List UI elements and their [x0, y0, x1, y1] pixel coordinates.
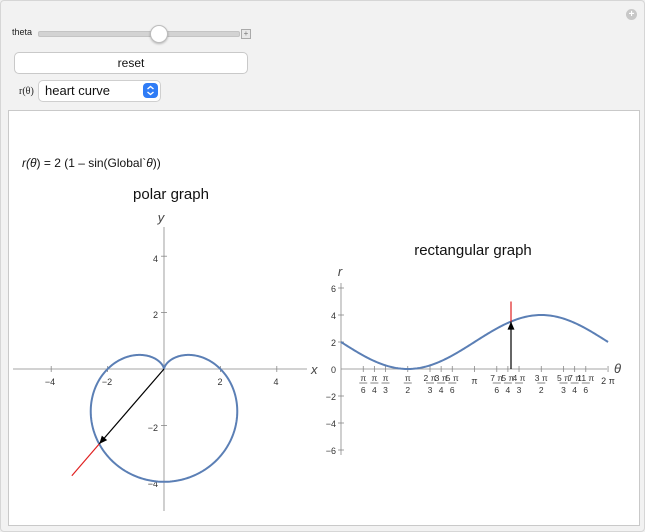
- rect-y-tick: −4: [326, 419, 336, 429]
- chevron-updown-icon: [143, 83, 158, 98]
- rect-y-label: r: [338, 264, 343, 279]
- curve-select-value: heart curve: [45, 83, 111, 98]
- rect-x-tick-label-num: π: [360, 373, 366, 383]
- rect-title: rectangular graph: [414, 242, 532, 259]
- output-panel: r(θ) = 2 (1 – sin(Global`θ)) polar graph…: [8, 110, 640, 526]
- slider-expand-icon[interactable]: +: [241, 29, 251, 39]
- rect-x-tick-label: π: [471, 376, 477, 386]
- rect-y-tick: 0: [331, 365, 336, 375]
- polar-x-tick: −2: [102, 377, 112, 387]
- theta-slider-thumb[interactable]: [150, 25, 168, 43]
- rect-x-tick-label-den: 2: [539, 385, 544, 395]
- rect-x-tick-label-den: 4: [372, 385, 377, 395]
- curve-select[interactable]: heart curve: [38, 80, 161, 102]
- rect-x-tick-label-den: 6: [583, 385, 588, 395]
- rect-curve: [340, 313, 609, 371]
- reset-button[interactable]: reset: [14, 52, 248, 74]
- rect-x-tick-label-den: 3: [383, 385, 388, 395]
- rect-x-tick-label-den: 6: [450, 385, 455, 395]
- rect-x-tick-label-den: 2: [405, 385, 410, 395]
- rect-x-tick-label-den: 3: [561, 385, 566, 395]
- polar-y-tick: −2: [148, 423, 158, 433]
- rect-x-tick-label: 2 π: [601, 376, 615, 386]
- plot-area: r(θ) = 2 (1 – sin(Global`θ)) polar graph…: [13, 156, 621, 511]
- rect-x-tick-label-den: 6: [361, 385, 366, 395]
- rect-x-tick-label-num: 4 π: [513, 373, 526, 383]
- rect-x-tick-label-num: 5 π: [446, 373, 459, 383]
- rect-x-tick-label-num: π: [371, 373, 377, 383]
- polar-x-label: x: [310, 362, 318, 377]
- rect-y-tick: 4: [331, 311, 336, 321]
- polar-y-tick: 4: [153, 254, 158, 264]
- polar-indicator-line: [71, 443, 100, 477]
- rect-x-tick-label-den: 4: [572, 385, 577, 395]
- add-icon[interactable]: +: [626, 9, 637, 20]
- polar-y-label: y: [157, 210, 166, 225]
- polar-y-tick: 2: [153, 310, 158, 320]
- rect-x-tick-label-num: π: [383, 373, 389, 383]
- rect-y-tick: −6: [326, 446, 336, 456]
- polar-x-tick: 2: [217, 377, 222, 387]
- rect-x-ticks: π6π4π3π22 π33 π45 π6π 7 π65 π44 π33 π25 π…: [359, 366, 615, 395]
- rect-x-label: θ: [614, 361, 621, 376]
- rect-x-tick-label-num: 3 π: [535, 373, 548, 383]
- rect-x-tick-label-den: 3: [517, 385, 522, 395]
- rect-x-tick-label-num: π: [405, 373, 411, 383]
- rect-x-tick-label-num: 11 π: [577, 373, 594, 383]
- theta-slider[interactable]: [38, 31, 240, 37]
- formula: r(θ) = 2 (1 – sin(Global`θ)): [22, 156, 161, 170]
- polar-x-tick: −4: [45, 377, 55, 387]
- polar-title: polar graph: [133, 186, 209, 203]
- r-label: r(θ): [19, 86, 34, 97]
- theta-label: theta: [12, 27, 33, 37]
- rect-y-tick: 2: [331, 338, 336, 348]
- rect-x-tick-label-den: 3: [428, 385, 433, 395]
- polar-x-tick: 4: [273, 377, 278, 387]
- rect-x-tick-label-den: 4: [506, 385, 511, 395]
- rect-x-tick-label-den: 6: [494, 385, 499, 395]
- rect-y-tick: −2: [326, 392, 336, 402]
- rect-x-tick-label-den: 4: [439, 385, 444, 395]
- rect-y-tick: 6: [331, 284, 336, 294]
